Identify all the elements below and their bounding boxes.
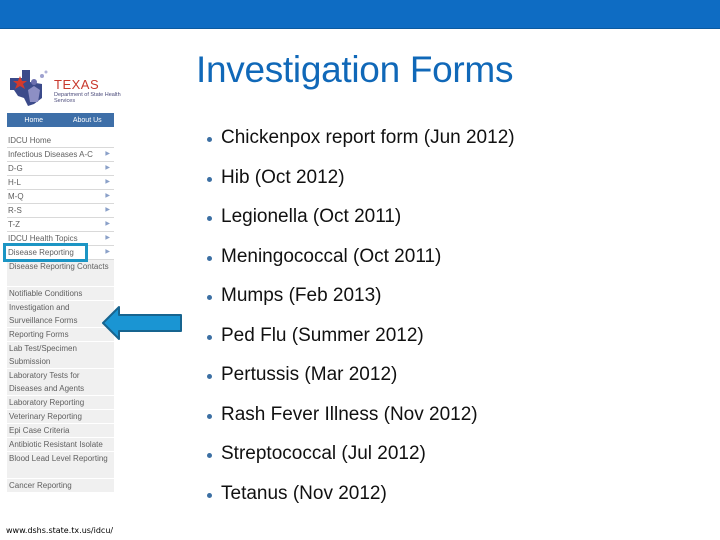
list-item-text: Streptococcal (Jul 2012) xyxy=(221,443,426,464)
list-item: Chickenpox report form (Jun 2012) xyxy=(207,127,515,167)
bullet-icon xyxy=(207,255,212,261)
list-item-text: Legionella (Oct 2011) xyxy=(221,206,402,227)
menu-item-label: D-G xyxy=(8,164,23,173)
menu-item-d-g[interactable]: D-G ▶ xyxy=(7,162,114,176)
menu-item-h-l[interactable]: H-L ▶ xyxy=(7,176,114,190)
arrow-right-icon: ▶ xyxy=(105,151,110,157)
website-navbar: Home About Us xyxy=(7,113,114,127)
submenu-item[interactable]: Veterinary Reporting xyxy=(7,410,114,424)
texas-dshs-logo: TEXAS Department of State Health Service… xyxy=(8,68,121,112)
submenu-item[interactable]: Notifiable Conditions xyxy=(7,287,114,301)
list-item: Legionella (Oct 2011) xyxy=(207,206,515,246)
forms-list: Chickenpox report form (Jun 2012) Hib (O… xyxy=(207,127,515,522)
bullet-icon xyxy=(207,453,212,458)
list-item: Rash Fever Illness (Nov 2012) xyxy=(207,404,515,444)
list-item-text: Mumps (Feb 2013) xyxy=(221,285,382,306)
menu-item-idcu-home[interactable]: IDCU Home xyxy=(7,134,114,148)
menu-item-label: T-Z xyxy=(8,220,20,229)
list-item: Hib (Oct 2012) xyxy=(207,167,515,207)
submenu-item[interactable]: Antibiotic Resistant Isolate xyxy=(7,438,114,452)
left-arrow-icon xyxy=(102,306,182,340)
bullet-icon xyxy=(207,334,212,340)
submenu-item-label: Lab Test/Specimen Submission xyxy=(9,344,77,366)
list-item: Mumps (Feb 2013) xyxy=(207,285,515,325)
menu-item-label: M-Q xyxy=(8,192,24,201)
submenu-item[interactable]: Reporting Forms xyxy=(7,328,114,342)
website-menu: IDCU Home Infectious Diseases A-C ▶ D-G ▶ … xyxy=(7,134,114,493)
list-item: Tetanus (Nov 2012) xyxy=(207,483,515,523)
menu-item-t-z[interactable]: T-Z ▶ xyxy=(7,218,114,232)
list-item-text: Hib (Oct 2012) xyxy=(221,166,345,188)
bullet-icon xyxy=(207,413,212,419)
menu-item-r-s[interactable]: R-S ▶ xyxy=(7,204,114,218)
bullet-icon xyxy=(207,216,212,221)
list-item-text: Ped Flu (Summer 2012) xyxy=(221,324,424,346)
website-screenshot: TEXAS Department of State Health Service… xyxy=(0,62,121,540)
submenu-item-label: Notifiable Conditions xyxy=(9,289,83,298)
submenu-item[interactable]: Blood Lead Level Reporting xyxy=(7,452,114,479)
bullet-icon xyxy=(207,295,212,300)
list-item: Streptococcal (Jul 2012) xyxy=(207,443,515,483)
list-item: Ped Flu (Summer 2012) xyxy=(207,325,515,365)
submenu-item-label: Reporting Forms xyxy=(9,330,69,339)
nav-about-us[interactable]: About Us xyxy=(61,117,115,124)
website-url: www.dshs.state.tx.us/idcu/ xyxy=(6,526,114,535)
list-item: Pertussis (Mar 2012) xyxy=(207,364,515,404)
arrow-right-icon: ▶ xyxy=(105,193,110,199)
menu-item-label: Infectious Diseases A-C xyxy=(8,150,93,159)
texas-map-icon xyxy=(10,70,48,106)
submenu-item-label: Laboratory Reporting xyxy=(9,398,85,407)
arrow-right-icon: ▶ xyxy=(105,165,110,171)
submenu-item-investigation-forms[interactable]: Investigation and Surveillance Forms xyxy=(7,301,114,328)
submenu-item-label: Investigation and Surveillance Forms xyxy=(9,303,78,325)
list-item-text: Tetanus (Nov 2012) xyxy=(221,482,387,504)
menu-item-a-c[interactable]: Infectious Diseases A-C ▶ xyxy=(7,148,114,162)
bullet-icon xyxy=(207,492,212,498)
submenu-item-label: Veterinary Reporting xyxy=(9,412,82,421)
list-item-text: Meningococcal (Oct 2011) xyxy=(221,245,442,267)
bullet-icon xyxy=(207,374,212,379)
arrow-right-icon: ▶ xyxy=(105,207,110,213)
disease-reporting-submenu: Disease Reporting Contacts Notifiable Co… xyxy=(7,260,114,493)
logo-subtitle: Department of State Health Services xyxy=(54,92,121,104)
menu-item-label: IDCU Home xyxy=(8,136,52,145)
submenu-item-label: Cancer Reporting xyxy=(9,481,72,490)
submenu-item[interactable]: Epi Case Criteria xyxy=(7,424,114,438)
arrow-right-icon: ▶ xyxy=(105,249,110,255)
logo-texas-text: TEXAS xyxy=(54,77,100,92)
list-item-text: Chickenpox report form (Jun 2012) xyxy=(221,127,515,148)
arrow-right-icon: ▶ xyxy=(105,235,110,241)
arrow-right-icon: ▶ xyxy=(105,179,110,185)
submenu-item[interactable]: Lab Test/Specimen Submission xyxy=(7,342,114,369)
menu-item-label: R-S xyxy=(8,206,22,215)
list-item: Meningococcal (Oct 2011) xyxy=(207,246,515,286)
menu-item-label: IDCU Health Topics xyxy=(8,234,78,243)
list-item-text: Pertussis (Mar 2012) xyxy=(221,364,398,385)
submenu-item-label: Laboratory Tests for Diseases and Agents xyxy=(9,371,85,393)
bullet-icon xyxy=(207,176,212,182)
submenu-item[interactable]: Disease Reporting Contacts xyxy=(7,260,114,287)
menu-item-m-q[interactable]: M-Q ▶ xyxy=(7,190,114,204)
submenu-item-label: Antibiotic Resistant Isolate xyxy=(9,440,103,449)
bullet-icon xyxy=(207,137,212,142)
top-banner xyxy=(0,0,720,29)
list-item-text: Rash Fever Illness (Nov 2012) xyxy=(221,403,478,425)
slide-title: Investigation Forms xyxy=(196,49,514,90)
arrow-right-icon: ▶ xyxy=(105,221,110,227)
submenu-item[interactable]: Laboratory Reporting xyxy=(7,396,114,410)
submenu-item-label: Disease Reporting Contacts xyxy=(9,262,109,271)
submenu-item[interactable]: Cancer Reporting xyxy=(7,479,114,493)
submenu-item-label: Epi Case Criteria xyxy=(9,426,70,435)
nav-home[interactable]: Home xyxy=(7,117,61,124)
submenu-item[interactable]: Laboratory Tests for Diseases and Agents xyxy=(7,369,114,396)
submenu-item-label: Blood Lead Level Reporting xyxy=(9,454,108,463)
highlight-box xyxy=(3,243,88,262)
menu-item-label: H-L xyxy=(8,178,21,187)
